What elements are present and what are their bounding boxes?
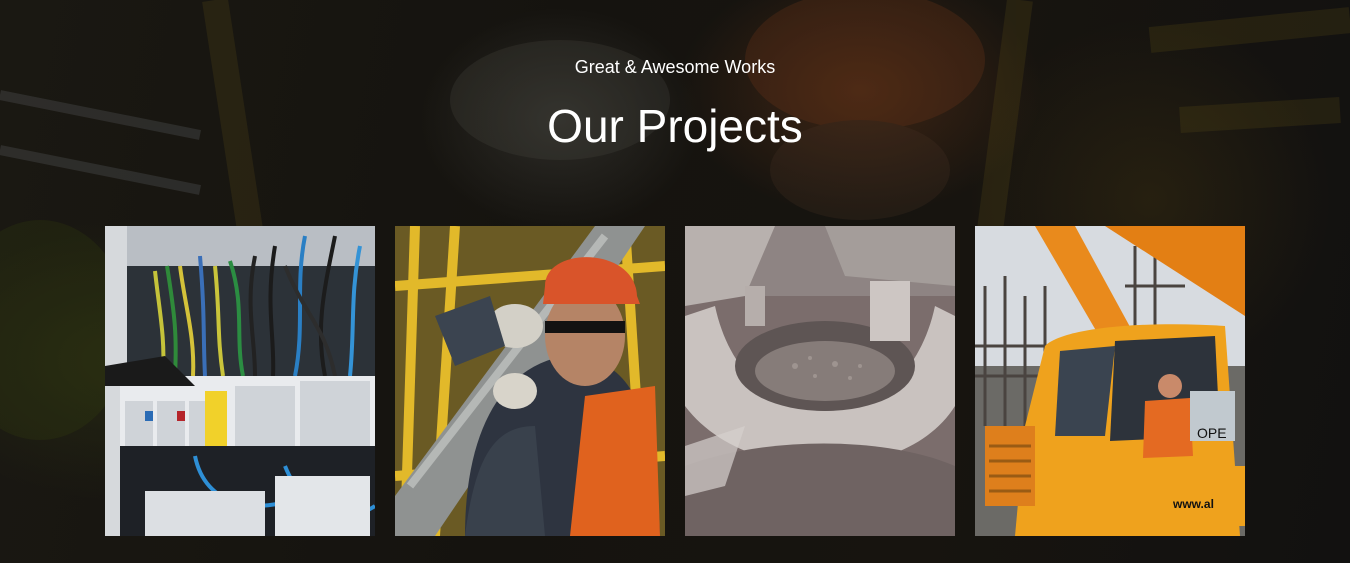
electrical-panel-image: [105, 226, 375, 536]
crane-cab-image: OPE www.al: [975, 226, 1245, 536]
project-card-electrical[interactable]: [105, 226, 375, 536]
project-card-crane[interactable]: OPE www.al: [975, 226, 1245, 536]
crane-side-label: www.al: [1172, 497, 1214, 511]
worker-carrying-pipe-image: [395, 226, 665, 536]
section-title: Our Projects: [547, 100, 803, 152]
project-card-concrete[interactable]: [685, 226, 955, 536]
section-subtitle: Great & Awesome Works: [574, 57, 776, 77]
project-card-worker[interactable]: [395, 226, 665, 536]
projects-section: Great & Awesome Works Our Projects OPE w…: [0, 0, 1350, 563]
crane-cab-label: OPE: [1197, 425, 1227, 441]
concrete-chute-image: [685, 226, 955, 536]
